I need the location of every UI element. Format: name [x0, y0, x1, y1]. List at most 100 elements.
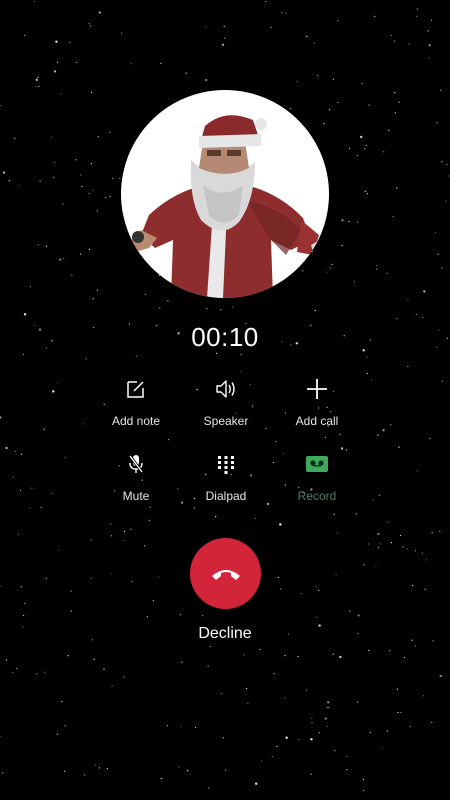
dialpad-button[interactable]: Dialpad — [176, 449, 276, 511]
add-note-button[interactable]: Add note — [86, 374, 186, 436]
star — [348, 147, 350, 149]
star — [64, 770, 66, 772]
star — [423, 290, 426, 293]
star — [160, 777, 162, 780]
star — [416, 8, 418, 10]
star — [259, 648, 261, 651]
star — [280, 588, 282, 590]
star — [69, 41, 71, 44]
star — [377, 434, 379, 436]
star — [353, 281, 356, 283]
star — [275, 440, 277, 442]
star — [394, 92, 396, 94]
star — [377, 546, 380, 548]
star — [315, 616, 318, 618]
star — [18, 184, 20, 187]
star — [436, 122, 438, 124]
star — [61, 700, 63, 703]
star — [368, 649, 370, 652]
star — [185, 72, 187, 74]
star — [240, 370, 242, 373]
star — [386, 730, 388, 732]
star — [30, 487, 32, 489]
star — [445, 200, 447, 202]
star — [383, 151, 385, 153]
star — [324, 717, 327, 720]
star — [0, 585, 1, 587]
star — [434, 231, 436, 234]
star — [371, 379, 373, 381]
star — [386, 272, 388, 274]
star — [123, 540, 125, 542]
star — [332, 653, 334, 655]
star — [341, 219, 344, 222]
star — [24, 34, 26, 37]
record-label: Record — [297, 489, 337, 503]
star — [323, 123, 325, 125]
star — [208, 787, 210, 789]
decline-button[interactable] — [190, 538, 261, 609]
star — [37, 76, 39, 78]
star — [45, 577, 48, 580]
star — [318, 589, 320, 592]
star — [277, 576, 279, 578]
star — [284, 697, 286, 699]
star — [421, 552, 423, 554]
star — [111, 685, 113, 687]
star — [336, 532, 338, 534]
mute-button[interactable]: Mute — [86, 449, 186, 511]
decline-label: Decline — [198, 625, 252, 642]
star — [261, 760, 263, 762]
star — [84, 774, 86, 776]
star — [12, 476, 14, 478]
star — [130, 528, 132, 531]
star — [431, 532, 433, 534]
star — [414, 645, 416, 647]
star — [446, 163, 448, 165]
star — [109, 131, 111, 133]
star — [326, 271, 328, 273]
star — [328, 109, 331, 111]
star — [315, 586, 317, 588]
star — [363, 790, 365, 792]
star — [334, 750, 336, 752]
star — [110, 523, 112, 526]
star — [215, 516, 217, 518]
star — [148, 519, 150, 521]
add-call-button[interactable]: Add call — [267, 374, 367, 436]
star — [206, 308, 208, 310]
star — [160, 62, 162, 64]
star — [35, 86, 37, 88]
star — [375, 565, 377, 567]
star — [428, 57, 430, 59]
star — [314, 309, 316, 311]
star — [388, 650, 391, 652]
star — [367, 543, 370, 545]
star — [355, 513, 357, 515]
star — [429, 437, 431, 439]
star — [422, 695, 424, 697]
star — [369, 731, 371, 734]
star — [346, 756, 348, 758]
star — [296, 81, 298, 83]
star — [90, 25, 92, 27]
star — [311, 717, 313, 719]
star — [22, 353, 25, 355]
speaker-button[interactable]: Speaker — [176, 374, 276, 436]
star — [23, 614, 25, 617]
star — [180, 725, 182, 728]
star — [396, 187, 398, 189]
star — [327, 701, 330, 704]
record-button[interactable]: Record — [267, 449, 367, 511]
dialpad-icon — [218, 456, 234, 474]
star — [394, 40, 396, 42]
star — [365, 145, 367, 147]
star — [111, 535, 113, 537]
star — [178, 766, 180, 768]
star — [202, 615, 204, 617]
star — [207, 665, 209, 667]
star — [357, 701, 359, 703]
star — [53, 70, 57, 73]
star — [223, 25, 225, 27]
star — [403, 657, 406, 659]
